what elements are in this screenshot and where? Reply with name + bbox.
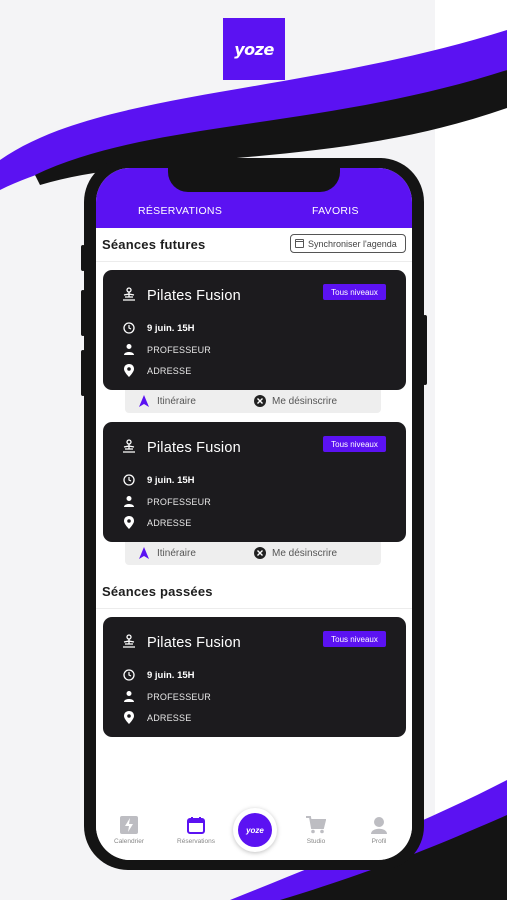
navigation-arrow-icon bbox=[139, 395, 149, 407]
session-actions-bar: Itinéraire Me désinscrire bbox=[125, 390, 381, 413]
session-teacher: PROFESSEUR bbox=[147, 345, 212, 355]
phone-side-button bbox=[81, 245, 85, 271]
session-card[interactable]: Pilates Fusion Tous niveaux 9 juin. 15H … bbox=[103, 270, 406, 390]
session-address: ADRESSE bbox=[147, 366, 192, 376]
future-sessions-title: Séances futures bbox=[102, 237, 206, 252]
yoze-logo: yoze bbox=[223, 18, 285, 80]
session-name: Pilates Fusion bbox=[147, 440, 241, 456]
nav-calendar-label: Calendrier bbox=[114, 838, 144, 845]
nav-profile[interactable]: Profil bbox=[349, 816, 409, 845]
calendar-icon bbox=[295, 239, 304, 248]
session-date: 9 juin. 15H bbox=[147, 323, 195, 334]
clock-icon bbox=[123, 669, 135, 681]
cancel-icon bbox=[254, 547, 266, 559]
clock-icon bbox=[123, 322, 135, 334]
unsubscribe-button[interactable]: Me désinscrire bbox=[272, 396, 337, 407]
session-date: 9 juin. 15H bbox=[147, 670, 195, 681]
nav-studio-label: Studio bbox=[306, 838, 326, 845]
phone-side-button bbox=[423, 315, 427, 385]
cancel-icon bbox=[254, 395, 266, 407]
divider bbox=[96, 261, 412, 262]
session-date: 9 juin. 15H bbox=[147, 475, 195, 486]
lightning-icon bbox=[120, 816, 138, 834]
itinerary-button[interactable]: Itinéraire bbox=[157, 548, 196, 559]
nav-profile-label: Profil bbox=[371, 838, 387, 845]
location-pin-icon bbox=[124, 711, 134, 724]
session-address: ADRESSE bbox=[147, 518, 192, 528]
person-icon bbox=[124, 691, 134, 702]
level-badge: Tous niveaux bbox=[323, 631, 386, 647]
calendar-icon bbox=[187, 817, 205, 834]
phone-notch bbox=[168, 158, 340, 192]
nav-reservations[interactable]: Réservations bbox=[166, 816, 226, 845]
center-home-button[interactable]: yoze bbox=[233, 808, 277, 852]
divider bbox=[96, 608, 412, 609]
nav-studio[interactable]: Studio bbox=[286, 816, 346, 845]
center-logo: yoze bbox=[238, 813, 272, 847]
cart-icon bbox=[306, 816, 326, 834]
level-badge: Tous niveaux bbox=[323, 284, 386, 300]
sync-calendar-button[interactable]: Synchroniser l'agenda bbox=[290, 234, 406, 253]
logo-text: yoze bbox=[234, 39, 274, 59]
itinerary-button[interactable]: Itinéraire bbox=[157, 396, 196, 407]
session-address: ADRESSE bbox=[147, 713, 192, 723]
clock-icon bbox=[123, 474, 135, 486]
meditation-icon bbox=[123, 634, 135, 648]
nav-calendar[interactable]: Calendrier bbox=[99, 816, 159, 845]
past-sessions-title: Séances passées bbox=[102, 584, 213, 599]
session-name: Pilates Fusion bbox=[147, 288, 241, 304]
session-card[interactable]: Pilates Fusion Tous niveaux 9 juin. 15H … bbox=[103, 422, 406, 542]
meditation-icon bbox=[123, 287, 135, 301]
location-pin-icon bbox=[124, 364, 134, 377]
person-icon bbox=[124, 344, 134, 355]
session-name: Pilates Fusion bbox=[147, 635, 241, 651]
session-teacher: PROFESSEUR bbox=[147, 497, 212, 507]
session-actions-bar: Itinéraire Me désinscrire bbox=[125, 542, 381, 565]
unsubscribe-button[interactable]: Me désinscrire bbox=[272, 548, 337, 559]
phone-screen: RÉSERVATIONS FAVORIS Séances futures Syn… bbox=[96, 168, 412, 860]
tab-favorites[interactable]: FAVORIS bbox=[312, 205, 359, 217]
sync-calendar-label: Synchroniser l'agenda bbox=[308, 238, 397, 249]
session-teacher: PROFESSEUR bbox=[147, 692, 212, 702]
session-card[interactable]: Pilates Fusion Tous niveaux 9 juin. 15H … bbox=[103, 617, 406, 737]
person-icon bbox=[124, 496, 134, 507]
phone-side-button bbox=[81, 290, 85, 336]
tab-reservations[interactable]: RÉSERVATIONS bbox=[138, 205, 222, 217]
profile-icon bbox=[371, 817, 387, 834]
phone-side-button bbox=[81, 350, 85, 396]
meditation-icon bbox=[123, 439, 135, 453]
location-pin-icon bbox=[124, 516, 134, 529]
nav-reservations-label: Réservations bbox=[177, 838, 215, 845]
navigation-arrow-icon bbox=[139, 547, 149, 559]
level-badge: Tous niveaux bbox=[323, 436, 386, 452]
